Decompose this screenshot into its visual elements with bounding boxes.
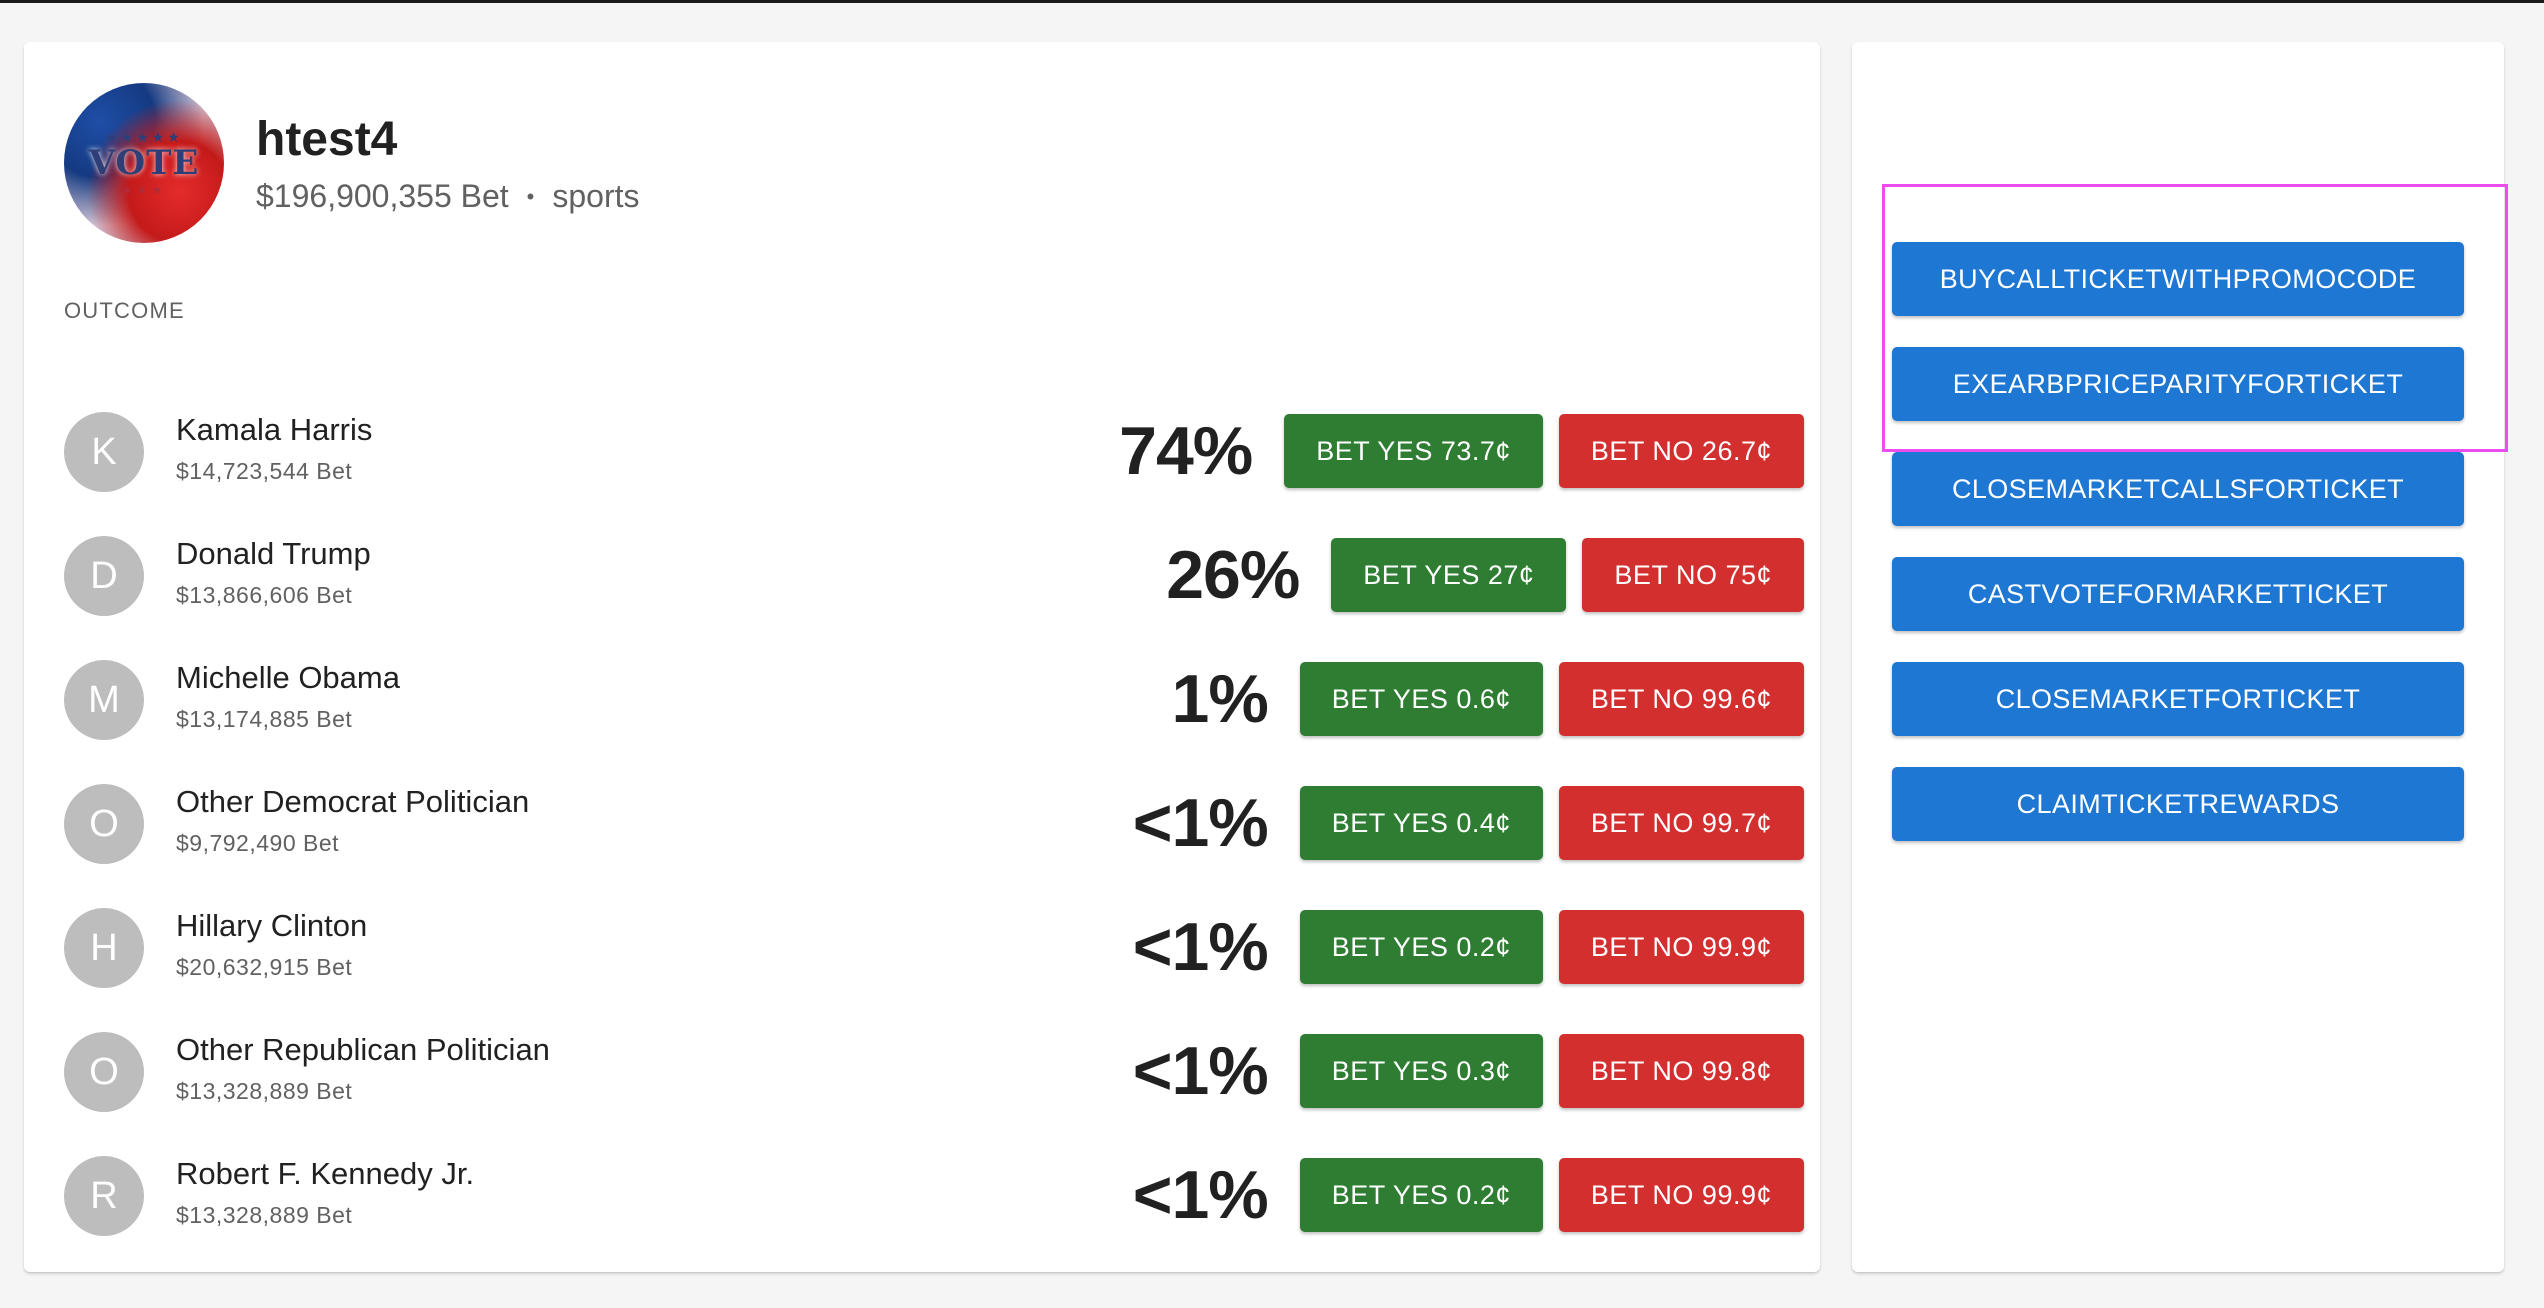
outcome-volume: $14,723,544 Bet <box>176 458 353 484</box>
outcome-volume: $20,632,915 Bet <box>176 954 353 980</box>
outcome-volume: $13,328,889 Bet <box>176 1202 353 1228</box>
action-panel: BUYCALLTICKETWITHPROMOCODE EXEARBPRICEPAR… <box>1852 42 2504 1272</box>
outcome-name: Robert F. Kennedy Jr. <box>176 1156 475 1191</box>
vote-stars-icon: ★★★★★ <box>105 129 183 145</box>
outcome-actions: 74% BET YES 73.7¢ BET NO 26.7¢ <box>1119 413 1804 489</box>
market-title: htest4 <box>256 112 398 166</box>
vote-logo-text: VOTE <box>88 143 200 183</box>
outcome-percent: 26% <box>1166 537 1300 613</box>
bet-yes-button[interactable]: BET YES 0.2¢ <box>1299 910 1543 984</box>
outcome-row: K Kamala Harris $14,723,544 Bet 74% BET YES … <box>64 392 1804 516</box>
bet-no-button[interactable]: BET NO 99.7¢ <box>1558 786 1804 860</box>
outcome-percent: <1% <box>1132 909 1269 985</box>
outcome-volume: $13,866,606 Bet <box>176 582 353 608</box>
market-header: ★★★★★ VOTE ★★★ htest4 $196,900,355 Bet •… <box>64 82 640 244</box>
outcome-name: Other Republican Politician <box>176 1032 550 1067</box>
market-image-vote: ★★★★★ VOTE ★★★ <box>64 83 224 243</box>
market-category: sports <box>552 178 640 215</box>
outcome-actions: <1% BET YES 0.3¢ BET NO 99.8¢ <box>1132 1033 1804 1109</box>
bet-no-button[interactable]: BET NO 75¢ <box>1582 538 1804 612</box>
outcome-row: H Hillary Clinton $20,632,915 Bet <1% BET YE… <box>64 888 1804 1012</box>
outcome-actions: <1% BET YES 0.2¢ BET NO 99.9¢ <box>1132 1157 1804 1233</box>
outcome-actions: <1% BET YES 0.2¢ BET NO 99.9¢ <box>1132 909 1804 985</box>
top-border <box>0 0 2544 3</box>
bet-no-button[interactable]: BET NO 99.8¢ <box>1558 1034 1804 1108</box>
outcome-row: R Robert F. Kennedy Jr. $13,328,889 Bet <1%… <box>64 1136 1804 1260</box>
outcome-row: O Other Democrat Politician $9,792,490 Bet… <box>64 764 1804 888</box>
outcome-actions: 26% BET YES 27¢ BET NO 75¢ <box>1166 537 1804 613</box>
meta-separator: • <box>526 183 535 209</box>
outcome-percent: <1% <box>1132 1033 1269 1109</box>
outcome-list: K Kamala Harris $14,723,544 Bet 74% BET YES … <box>64 392 1804 1260</box>
outcome-avatar: H <box>64 908 144 988</box>
cast-vote-for-market-ticket-button[interactable]: CASTVOTEFORMARKETTICKET <box>1892 557 2464 631</box>
bet-no-button[interactable]: BET NO 99.6¢ <box>1558 662 1804 736</box>
outcome-volume: $13,174,885 Bet <box>176 706 353 732</box>
vote-stars-bottom-icon: ★★★ <box>121 183 167 197</box>
outcome-actions: <1% BET YES 0.4¢ BET NO 99.7¢ <box>1132 785 1804 861</box>
bet-no-button[interactable]: BET NO 26.7¢ <box>1558 414 1804 488</box>
outcome-row: O Other Republican Politician $13,328,889 … <box>64 1012 1804 1136</box>
market-meta: $196,900,355 Bet • sports <box>256 178 640 215</box>
outcome-percent: 1% <box>1171 661 1269 737</box>
bet-no-button[interactable]: BET NO 99.9¢ <box>1558 910 1804 984</box>
bet-yes-button[interactable]: BET YES 0.3¢ <box>1299 1034 1543 1108</box>
bet-yes-button[interactable]: BET YES 0.6¢ <box>1299 662 1543 736</box>
outcome-row: D Donald Trump $13,866,606 Bet 26% BET YES 2… <box>64 516 1804 640</box>
outcome-avatar: O <box>64 1032 144 1112</box>
exe-arb-price-parity-for-ticket-button[interactable]: EXEARBPRICEPARITYFORTICKET <box>1892 347 2464 421</box>
bet-yes-button[interactable]: BET YES 27¢ <box>1331 538 1567 612</box>
close-market-for-ticket-button[interactable]: CLOSEMARKETFORTICKET <box>1892 662 2464 736</box>
market-info: htest4 $196,900,355 Bet • sports <box>256 111 640 216</box>
outcome-row: M Michelle Obama $13,174,885 Bet 1% BET YES … <box>64 640 1804 764</box>
outcome-percent: <1% <box>1132 1157 1269 1233</box>
outcome-actions: 1% BET YES 0.6¢ BET NO 99.6¢ <box>1171 661 1804 737</box>
outcome-name: Other Democrat Politician <box>176 784 530 819</box>
outcome-avatar: O <box>64 784 144 864</box>
outcome-percent: <1% <box>1132 785 1269 861</box>
outcome-avatar: D <box>64 536 144 616</box>
outcome-percent: 74% <box>1119 413 1253 489</box>
outcome-column-label: OUTCOME <box>64 298 185 323</box>
claim-ticket-rewards-button[interactable]: CLAIMTICKETREWARDS <box>1892 767 2464 841</box>
outcome-name: Hillary Clinton <box>176 908 368 943</box>
bet-yes-button[interactable]: BET YES 0.2¢ <box>1299 1158 1543 1232</box>
bet-no-button[interactable]: BET NO 99.9¢ <box>1558 1158 1804 1232</box>
bet-yes-button[interactable]: BET YES 73.7¢ <box>1284 414 1543 488</box>
outcome-avatar: M <box>64 660 144 740</box>
bet-yes-button[interactable]: BET YES 0.4¢ <box>1299 786 1543 860</box>
market-card: ★★★★★ VOTE ★★★ htest4 $196,900,355 Bet •… <box>24 42 1820 1272</box>
outcome-name: Donald Trump <box>176 536 371 571</box>
close-market-calls-for-ticket-button[interactable]: CLOSEMARKETCALLSFORTICKET <box>1892 452 2464 526</box>
buy-call-ticket-with-promo-code-button[interactable]: BUYCALLTICKETWITHPROMOCODE <box>1892 242 2464 316</box>
outcome-name: Michelle Obama <box>176 660 400 695</box>
outcome-volume: $9,792,490 Bet <box>176 830 340 856</box>
outcome-avatar: R <box>64 1156 144 1236</box>
outcome-volume: $13,328,889 Bet <box>176 1078 353 1104</box>
action-button-list: BUYCALLTICKETWITHPROMOCODE EXEARBPRICEPAR… <box>1892 242 2464 872</box>
outcome-name: Kamala Harris <box>176 412 373 447</box>
market-volume: $196,900,355 Bet <box>256 178 509 215</box>
outcome-avatar: K <box>64 412 144 492</box>
